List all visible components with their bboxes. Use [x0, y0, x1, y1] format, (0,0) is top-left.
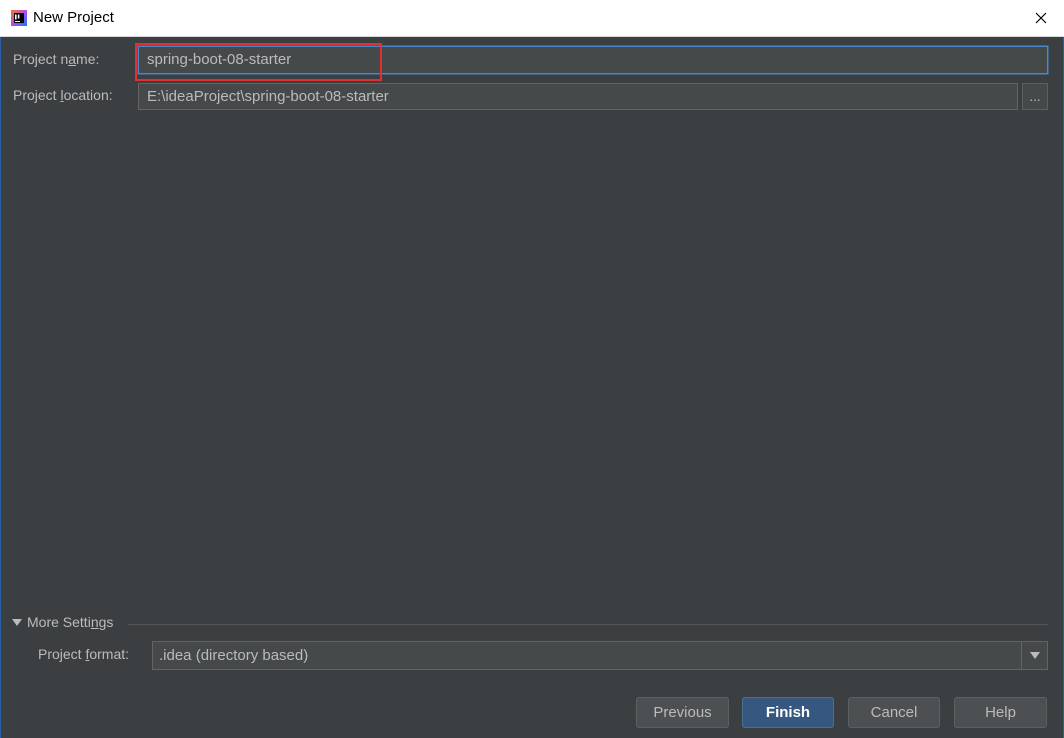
project-format-value: .idea (directory based) — [159, 647, 309, 664]
previous-button[interactable]: Previous — [636, 697, 729, 728]
help-button[interactable]: Help — [954, 697, 1047, 728]
project-name-input[interactable]: spring-boot-08-starter — [138, 46, 1048, 74]
window-title: New Project — [33, 9, 114, 26]
chevron-down-icon — [1029, 652, 1040, 659]
window-border-left — [0, 37, 1, 738]
close-icon — [1035, 12, 1047, 24]
section-divider — [128, 624, 1048, 625]
project-location-label: Project location: — [13, 87, 113, 103]
dropdown-arrow-button[interactable] — [1021, 642, 1047, 669]
project-format-label: Project format: — [38, 646, 130, 662]
cancel-button[interactable]: Cancel — [848, 697, 940, 728]
more-settings-toggle[interactable]: More Settings — [12, 614, 113, 630]
close-button[interactable] — [1018, 0, 1064, 36]
title-bar: New Project — [0, 0, 1064, 37]
project-name-label: Project name: — [13, 51, 100, 67]
triangle-down-icon — [12, 619, 22, 626]
browse-button[interactable]: ... — [1022, 83, 1048, 110]
finish-button[interactable]: Finish — [742, 697, 834, 728]
more-settings-label: More Settings — [27, 614, 114, 630]
project-location-input[interactable]: E:\ideaProject\spring-boot-08-starter — [138, 83, 1018, 110]
project-format-select[interactable]: .idea (directory based) — [152, 641, 1048, 670]
intellij-idea-icon — [11, 10, 27, 26]
